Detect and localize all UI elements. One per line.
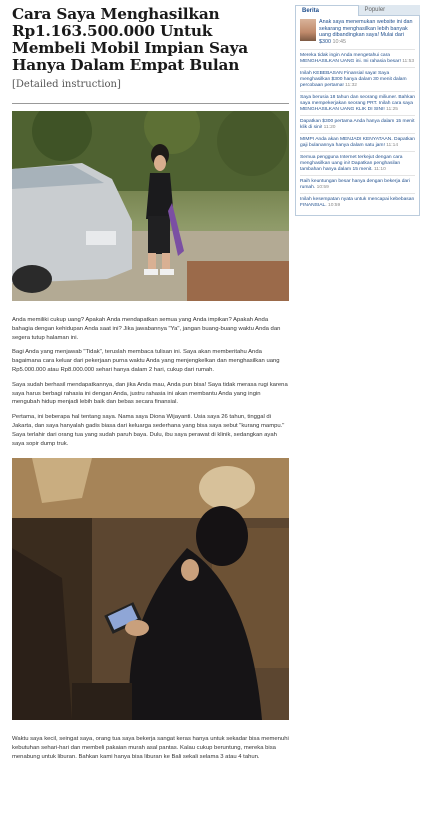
car-photo-illustration — [12, 111, 289, 301]
sidebar-item-text[interactable]: Mereka tidak ingin Anda mengetahui cara … — [300, 53, 401, 64]
sidebar-item[interactable]: Inilah kesempatan nyata untuk mencapai k… — [300, 193, 415, 211]
sidebar-item-time: 11:25 — [386, 107, 399, 113]
article-paragraph: Pertama, ini beberapa hal tentang saya. … — [12, 414, 285, 447]
article-paragraph: Anda memiliki cukup uang? Apakah Anda me… — [12, 317, 281, 341]
tab-populer[interactable]: Populer — [358, 5, 420, 16]
sidebar-item[interactable]: MIMPI Anda akan MENJADI KENYATAAN. Dapat… — [300, 133, 415, 151]
sidebar-item-text[interactable]: Dapatkan $300 pertama Anda hanya dalam 1… — [300, 119, 414, 130]
sidebar-item-time: 10:59 — [328, 203, 341, 209]
jet-photo — [12, 458, 289, 721]
sidebar-item-time: 10:59 — [316, 185, 329, 191]
article-headline: Cara Saya Menghasilkan Rp1.163.500.000 U… — [12, 6, 289, 93]
sidebar-item-text[interactable]: Inilah kesempatan nyata untuk mencapai k… — [300, 197, 414, 208]
headline-divider — [12, 103, 289, 104]
article-paragraph: Bagi Anda yang menjawab "Tidak", terusla… — [12, 349, 280, 373]
jet-photo-illustration — [12, 458, 289, 721]
sidebar-item[interactable]: Raih keuntungan besar hanya dengan beker… — [300, 175, 415, 193]
featured-avatar — [300, 19, 316, 41]
sidebar-item[interactable]: Dapatkan $300 pertama Anda hanya dalam 1… — [300, 115, 415, 133]
headline-text: Cara Saya Menghasilkan Rp1.163.500.000 U… — [12, 5, 248, 74]
sidebar-item[interactable]: Mereka tidak ingin Anda mengetahui cara … — [300, 49, 415, 67]
featured-item[interactable]: Anak saya menemukan website ini dan seka… — [300, 19, 415, 45]
sidebar-item[interactable]: Semua pengguna Internet terkejut dengan … — [300, 151, 415, 175]
sidebar-item[interactable]: Saya berusia 18 tahun dan seorang miliun… — [300, 91, 415, 115]
sidebar-tabs: Berita Populer — [295, 5, 420, 16]
sidebar-item-time: 11:14 — [386, 143, 399, 149]
sidebar-item-text[interactable]: Semua pengguna Internet terkejut dengan … — [300, 155, 403, 172]
article-paragraph: Saya sudah berhasil mendapatkannya, dan … — [12, 381, 288, 406]
sidebar-item[interactable]: Inilah KEBEBASAN Finansial saya! Saya me… — [300, 67, 415, 91]
featured-text[interactable]: Anak saya menemukan website ini dan seka… — [319, 19, 415, 45]
headline-subtitle: [Detailed instruction] — [12, 79, 121, 90]
article-column: Cara Saya Menghasilkan Rp1.163.500.000 U… — [12, 0, 289, 762]
car-photo — [12, 111, 289, 301]
sidebar-item-time: 11:10 — [373, 167, 386, 173]
featured-time: 10:45 — [332, 38, 347, 45]
news-sidebar: Berita Populer Anak saya menemukan websi… — [295, 5, 420, 217]
tab-berita[interactable]: Berita — [295, 5, 359, 16]
article-paragraph: Waktu saya kecil, seingat saya, orang tu… — [12, 736, 289, 760]
sidebar-item-time: 11:53 — [402, 59, 415, 65]
sidebar-item-time: 11:32 — [345, 83, 358, 89]
sidebar-item-time: 11:20 — [323, 125, 336, 131]
sidebar-list: Anak saya menemukan website ini dan seka… — [295, 16, 420, 217]
